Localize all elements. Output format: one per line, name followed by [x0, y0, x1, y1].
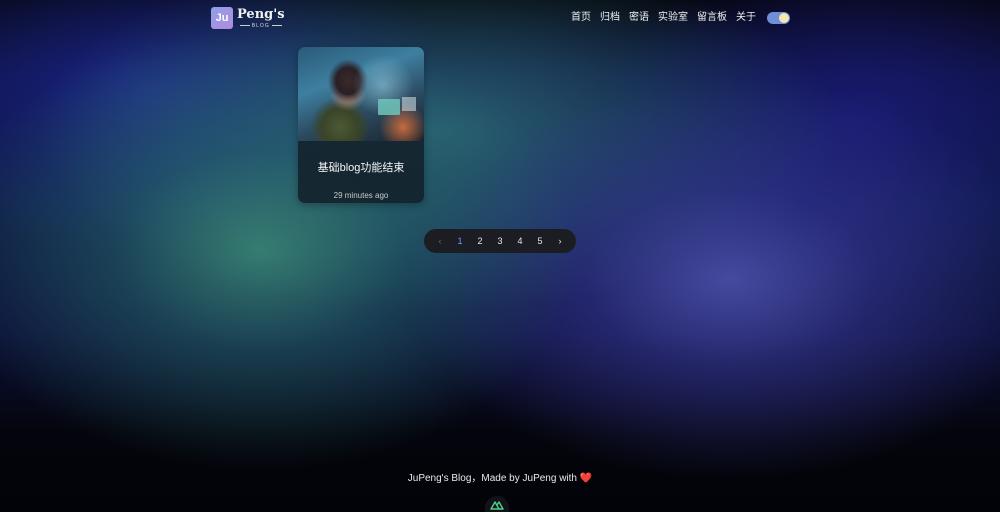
main-nav: 首页 归档 密语 实验室 留言板 关于	[571, 11, 790, 25]
page-background	[0, 0, 1000, 512]
post-time: 29 minutes ago	[333, 191, 389, 200]
page-4[interactable]: 4	[510, 229, 530, 253]
page-2[interactable]: 2	[470, 229, 490, 253]
page-3[interactable]: 3	[490, 229, 510, 253]
post-title: 基础blog功能结束	[317, 162, 405, 174]
logo-name: Peng's	[237, 6, 285, 22]
pagination: ‹ 1 2 3 4 5 ›	[424, 229, 576, 253]
nav-item-about[interactable]: 关于	[736, 11, 756, 25]
heart-icon: ❤️	[579, 473, 593, 484]
post-cover-image	[298, 47, 424, 141]
post-card[interactable]: 基础blog功能结束 29 minutes ago	[298, 47, 424, 203]
site-logo[interactable]: Ju Peng's BLOG	[211, 7, 285, 29]
page-5[interactable]: 5	[530, 229, 550, 253]
footer-text: JuPeng's Blog，Made by JuPeng with	[407, 473, 577, 484]
nav-item-archive[interactable]: 归档	[600, 11, 620, 25]
cover-screen-shape	[378, 99, 400, 115]
prev-page-icon[interactable]: ‹	[430, 229, 450, 253]
nav-item-home[interactable]: 首页	[571, 11, 591, 25]
site-footer: JuPeng's Blog，Made by JuPeng with ❤️	[0, 469, 1000, 484]
logo-subtitle: BLOG	[238, 23, 284, 29]
nav-item-guestbook[interactable]: 留言板	[697, 11, 727, 25]
theme-toggle[interactable]	[767, 12, 790, 24]
nav-item-lab[interactable]: 实验室	[658, 11, 688, 25]
toggle-knob-icon	[779, 13, 789, 23]
site-header: Ju Peng's BLOG 首页 归档 密语 实验室 留言板 关于	[0, 0, 1000, 38]
cover-window-shape	[402, 97, 416, 111]
next-page-icon[interactable]: ›	[550, 229, 570, 253]
page-1[interactable]: 1	[450, 229, 470, 253]
logo-text: Peng's BLOG	[237, 6, 285, 29]
nuxt-logo-icon	[490, 501, 504, 510]
nav-item-secret[interactable]: 密语	[629, 11, 649, 25]
logo-badge: Ju	[211, 7, 233, 29]
